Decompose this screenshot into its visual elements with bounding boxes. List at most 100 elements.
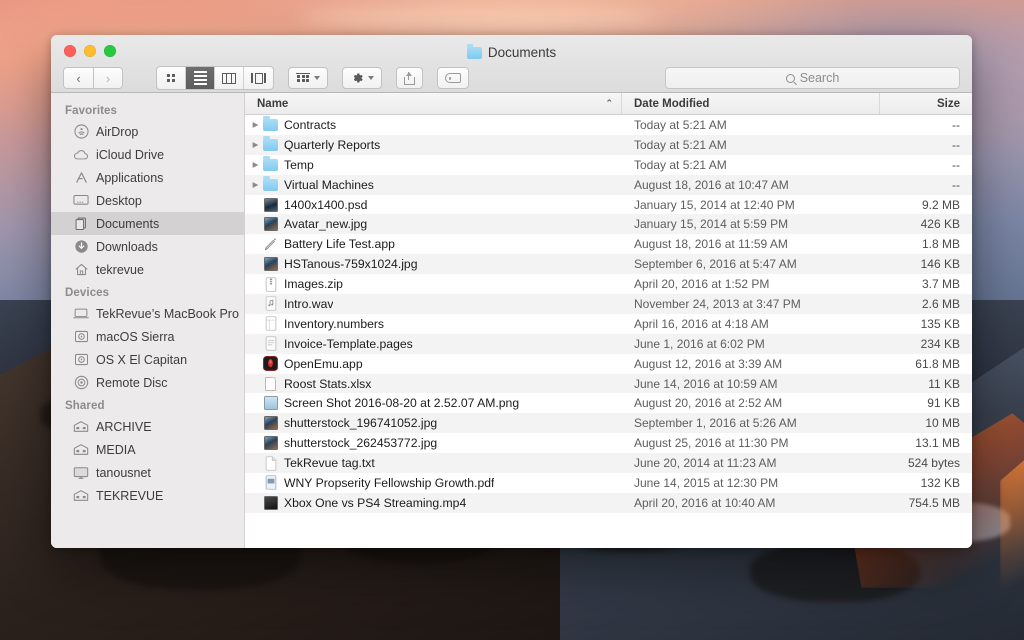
table-row[interactable]: ▶ContractsToday at 5:21 AM-- <box>245 115 972 135</box>
table-row[interactable]: OpenEmu.appAugust 12, 2016 at 3:39 AM61.… <box>245 354 972 374</box>
column-view-button[interactable] <box>215 67 244 89</box>
table-row[interactable]: 1400x1400.psdJanuary 15, 2014 at 12:40 P… <box>245 195 972 215</box>
share-button[interactable] <box>396 67 423 89</box>
finder-toolbar[interactable]: ‹ › <box>51 63 972 93</box>
cell-name[interactable]: ▶Quarterly Reports <box>245 138 622 152</box>
table-row[interactable]: Inventory.numbersApril 16, 2016 at 4:18 … <box>245 314 972 334</box>
cell-name[interactable]: TekRevue tag.txt <box>245 456 622 471</box>
cell-name[interactable]: Invoice-Template.pages <box>245 336 622 351</box>
folder-icon <box>263 159 278 171</box>
folder-icon <box>467 47 482 59</box>
cell-name[interactable]: Intro.wav <box>245 296 622 311</box>
finder-window[interactable]: Documents ‹ › <box>51 35 972 548</box>
cell-name[interactable]: Images.zip <box>245 277 622 292</box>
gallery-view-button[interactable] <box>244 67 273 89</box>
text-file-icon <box>265 456 277 471</box>
sidebar-item-label: Applications <box>96 171 163 185</box>
icon-view-button[interactable] <box>157 67 186 89</box>
close-button[interactable] <box>64 45 76 57</box>
file-name-label: Temp <box>284 158 314 172</box>
sidebar-item-tekrevue[interactable]: TEKREVUE <box>51 484 244 507</box>
cell-name[interactable]: Inventory.numbers <box>245 316 622 331</box>
cell-name[interactable]: shutterstock_196741052.jpg <box>245 416 622 430</box>
cell-name[interactable]: WNY Propserity Fellowship Growth.pdf <box>245 475 622 490</box>
sidebar-section-header-shared: Shared <box>51 394 244 415</box>
sidebar-item-desktop[interactable]: Desktop <box>51 189 244 212</box>
cell-name[interactable]: Xbox One vs PS4 Streaming.mp4 <box>245 496 622 510</box>
cell-name[interactable]: ▶ Virtual Machines <box>245 178 622 192</box>
table-row[interactable]: Avatar_new.jpgJanuary 15, 2014 at 5:59 P… <box>245 214 972 234</box>
back-button[interactable]: ‹ <box>63 67 93 89</box>
sidebar-item-documents[interactable]: Documents <box>51 212 244 235</box>
cell-name[interactable]: Roost Stats.xlsx <box>245 377 622 391</box>
navigation-buttons[interactable]: ‹ › <box>63 67 123 89</box>
table-row[interactable]: shutterstock_196741052.jpgSeptember 1, 2… <box>245 413 972 433</box>
file-rows[interactable]: ▶ContractsToday at 5:21 AM--▶Quarterly R… <box>245 115 972 548</box>
table-row[interactable]: Intro.wavNovember 24, 2013 at 3:47 PM2.6… <box>245 294 972 314</box>
table-row[interactable]: WNY Propserity Fellowship Growth.pdfJune… <box>245 473 972 493</box>
table-row[interactable]: ▶Quarterly ReportsToday at 5:21 AM-- <box>245 135 972 155</box>
table-row[interactable]: Invoice-Template.pagesJune 1, 2016 at 6:… <box>245 334 972 354</box>
sidebar-item-airdrop[interactable]: AirDrop <box>51 120 244 143</box>
column-headers[interactable]: Name ⌃ Date Modified Size <box>245 93 972 115</box>
sidebar-item-os-x-el-capitan[interactable]: OS X El Capitan <box>51 348 244 371</box>
file-name-label: Intro.wav <box>284 297 333 311</box>
arrange-button[interactable] <box>288 67 328 89</box>
table-row[interactable]: ▶Virtual MachinesAugust 18, 2016 at 10:4… <box>245 175 972 195</box>
table-row[interactable]: ▶TempToday at 5:21 AM-- <box>245 155 972 175</box>
cell-name[interactable]: ▶ Temp <box>245 158 622 172</box>
table-row[interactable]: HSTanous-759x1024.jpgSeptember 6, 2016 a… <box>245 254 972 274</box>
sidebar-item-applications[interactable]: Applications <box>51 166 244 189</box>
table-row[interactable]: TekRevue tag.txtJune 20, 2014 at 11:23 A… <box>245 453 972 473</box>
sidebar-item-remote-disc[interactable]: Remote Disc <box>51 371 244 394</box>
cell-name[interactable]: Avatar_new.jpg <box>245 217 622 231</box>
sidebar-item-tekrevue-s-macbook-pro[interactable]: TekRevue’s MacBook Pro <box>51 302 244 325</box>
cell-name[interactable]: Screen Shot 2016-08-20 at 2.52.07 AM.png <box>245 396 622 410</box>
search-input[interactable]: Search <box>665 67 960 89</box>
disclosure-triangle-icon[interactable]: ▶ <box>249 160 262 169</box>
cell-name[interactable]: Battery Life Test.app <box>245 237 622 252</box>
sidebar-item-media[interactable]: MEDIA <box>51 438 244 461</box>
gear-icon <box>350 71 364 85</box>
cell-name[interactable]: OpenEmu.app <box>245 356 622 371</box>
sidebar-item-archive[interactable]: ARCHIVE <box>51 415 244 438</box>
sidebar-item-macos-sierra[interactable]: macOS Sierra <box>51 325 244 348</box>
tag-icon <box>445 73 461 83</box>
zoom-button[interactable] <box>104 45 116 57</box>
view-mode-segmented-control[interactable] <box>156 66 274 90</box>
table-row[interactable]: Battery Life Test.appAugust 18, 2016 at … <box>245 234 972 254</box>
table-row[interactable]: Roost Stats.xlsxJune 14, 2016 at 10:59 A… <box>245 374 972 394</box>
cell-name[interactable]: shutterstock_262453772.jpg <box>245 436 622 450</box>
file-list-pane[interactable]: Name ⌃ Date Modified Size ▶ContractsToda… <box>245 93 972 548</box>
cell-name[interactable]: ▶Contracts <box>245 118 622 132</box>
traffic-lights[interactable] <box>64 45 116 57</box>
table-row[interactable]: Xbox One vs PS4 Streaming.mp4April 20, 2… <box>245 493 972 513</box>
sidebar-item-downloads[interactable]: Downloads <box>51 235 244 258</box>
window-titlebar[interactable]: Documents ‹ › <box>51 35 972 93</box>
forward-button[interactable]: › <box>93 67 123 89</box>
column-header-name[interactable]: Name ⌃ <box>245 93 622 114</box>
file-name-label: Virtual Machines <box>284 178 374 192</box>
list-view-button[interactable] <box>186 67 215 89</box>
cell-name[interactable]: HSTanous-759x1024.jpg <box>245 257 622 271</box>
table-row[interactable]: shutterstock_262453772.jpgAugust 25, 201… <box>245 433 972 453</box>
sidebar-item-tanousnet[interactable]: tanousnet <box>51 461 244 484</box>
disclosure-triangle-icon[interactable]: ▶ <box>249 180 262 189</box>
disclosure-triangle-icon[interactable]: ▶ <box>249 120 262 129</box>
minimize-button[interactable] <box>84 45 96 57</box>
sidebar-item-icloud-drive[interactable]: iCloud Drive <box>51 143 244 166</box>
table-row[interactable]: Screen Shot 2016-08-20 at 2.52.07 AM.png… <box>245 393 972 413</box>
sidebar-item-tekrevue[interactable]: tekrevue <box>51 258 244 281</box>
file-icon-wrap <box>262 257 279 271</box>
column-header-date-modified[interactable]: Date Modified <box>622 93 880 114</box>
column-header-size[interactable]: Size <box>880 93 972 114</box>
tag-button[interactable] <box>437 67 469 89</box>
table-row[interactable]: Images.zipApril 20, 2016 at 1:52 PM3.7 M… <box>245 274 972 294</box>
action-button[interactable] <box>342 67 382 89</box>
cloud-icon <box>73 147 89 163</box>
disclosure-triangle-icon[interactable]: ▶ <box>249 140 262 149</box>
cell-name[interactable]: 1400x1400.psd <box>245 198 622 212</box>
finder-sidebar[interactable]: FavoritesAirDropiCloud DriveApplications… <box>51 93 245 548</box>
chevron-down-icon <box>314 76 320 80</box>
video-file-icon <box>264 496 278 510</box>
